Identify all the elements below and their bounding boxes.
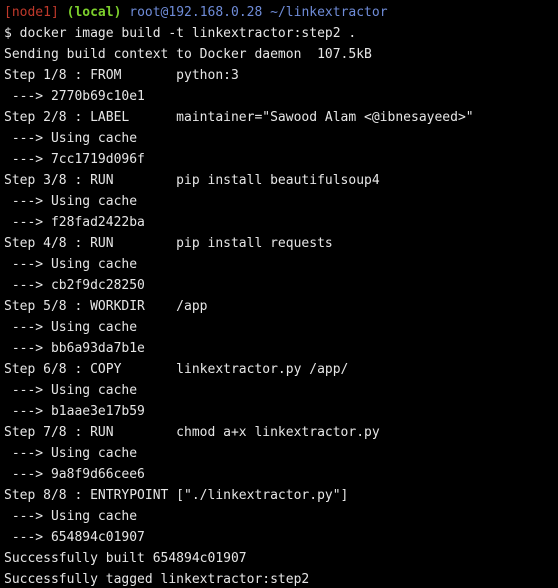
output-line: Sending build context to Docker daemon 1… <box>4 47 372 62</box>
output-line: ---> Using cache <box>4 320 138 335</box>
output-line: Step 4/8 : RUN pip install requests <box>4 236 333 251</box>
prompt-path: ~/linkextractor <box>270 5 388 20</box>
output-line: Step 2/8 : LABEL maintainer="Sawood Alam… <box>4 110 474 125</box>
output-line: Successfully built 654894c01907 <box>4 551 247 566</box>
terminal-window[interactable]: [node1] (local) root@192.168.0.28 ~/link… <box>0 0 558 588</box>
output-line: Step 1/8 : FROM python:3 <box>4 68 239 83</box>
prompt-user-host: root@192.168.0.28 <box>129 5 263 20</box>
output-line: ---> cb2f9dc28250 <box>4 278 145 293</box>
output-line: ---> Using cache <box>4 446 138 461</box>
output-line: ---> Using cache <box>4 131 138 146</box>
output-line: ---> Using cache <box>4 383 138 398</box>
output-line: Step 5/8 : WORKDIR /app <box>4 299 208 314</box>
output-line: ---> bb6a93da7b1e <box>4 341 145 356</box>
output-line: ---> b1aae3e17b59 <box>4 404 145 419</box>
output-line: ---> Using cache <box>4 257 138 272</box>
output-line: ---> 7cc1719d096f <box>4 152 145 167</box>
output-line: ---> f28fad2422ba <box>4 215 145 230</box>
prompt-node: [node1] <box>4 5 59 20</box>
build-output: Sending build context to Docker daemon 1… <box>4 44 558 588</box>
output-line: ---> 654894c01907 <box>4 530 145 545</box>
prompt-line: [node1] (local) root@192.168.0.28 ~/link… <box>4 2 558 23</box>
command-line: $ docker image build -t linkextractor:st… <box>4 26 357 41</box>
output-line: Successfully tagged linkextractor:step2 <box>4 572 310 587</box>
output-line: Step 7/8 : RUN chmod a+x linkextractor.p… <box>4 425 380 440</box>
output-line: Step 6/8 : COPY linkextractor.py /app/ <box>4 362 349 377</box>
prompt-local: (local) <box>66 5 122 20</box>
output-line: ---> 9a8f9d66cee6 <box>4 467 145 482</box>
output-line: ---> Using cache <box>4 194 138 209</box>
output-line: ---> 2770b69c10e1 <box>4 89 145 104</box>
output-line: Step 8/8 : ENTRYPOINT ["./linkextractor.… <box>4 488 349 503</box>
output-line: Step 3/8 : RUN pip install beautifulsoup… <box>4 173 380 188</box>
output-line: ---> Using cache <box>4 509 138 524</box>
